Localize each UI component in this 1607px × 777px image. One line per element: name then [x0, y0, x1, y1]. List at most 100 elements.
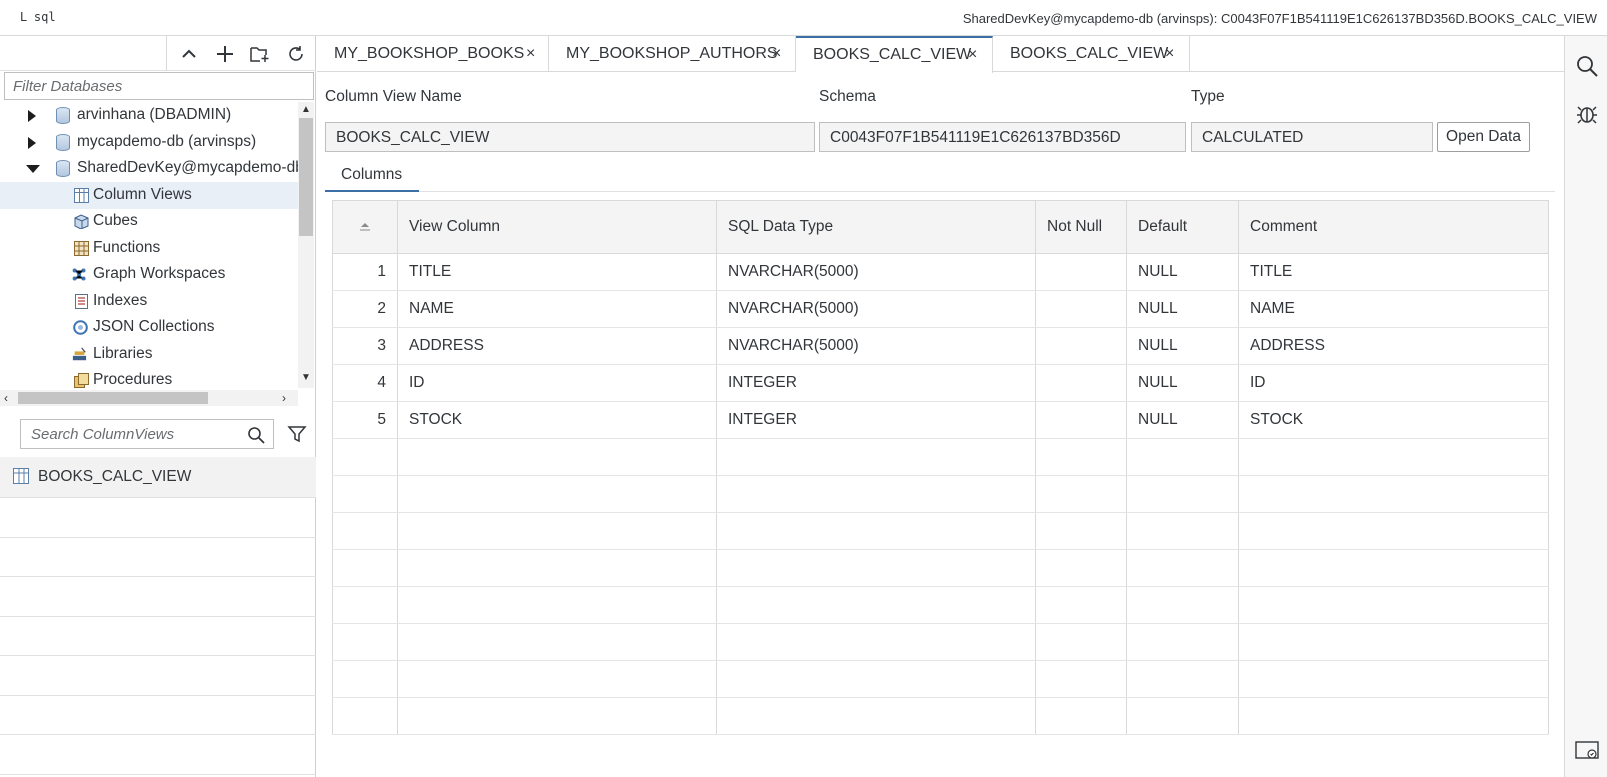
row-number: 5	[332, 401, 398, 439]
default-cell: NULL	[1126, 290, 1239, 328]
tab-my-bookshop-authors[interactable]: MY_BOOKSHOP_AUTHORS ×	[549, 36, 796, 72]
console-icon[interactable]	[1575, 741, 1599, 761]
scroll-down-arrow-icon[interactable]: ▼	[301, 372, 311, 383]
column-view-name-field[interactable]: BOOKS_CALC_VIEW	[325, 122, 815, 152]
add-folder-icon	[250, 47, 269, 62]
database-explorer: arvinhana (DBADMIN) mycapdemo-db (arvins…	[0, 36, 316, 777]
column-view-name-label: Column View Name	[325, 88, 462, 105]
debug-bug-icon[interactable]	[1575, 102, 1599, 126]
tree-item-label: JSON Collections	[93, 318, 215, 335]
empty-list-row	[0, 656, 316, 696]
empty-cell	[332, 549, 398, 587]
add-group-button[interactable]	[246, 40, 274, 68]
open-data-button[interactable]: Open Data	[1437, 122, 1530, 152]
search-icon[interactable]	[247, 426, 265, 444]
default-cell: NULL	[1126, 364, 1239, 402]
tree-item-libraries[interactable]: Libraries	[0, 341, 298, 368]
detail-subtabs: Columns	[325, 160, 1555, 192]
collapse-arrow-icon[interactable]	[26, 165, 40, 173]
empty-cell	[397, 512, 717, 550]
expand-arrow-icon[interactable]	[28, 110, 36, 122]
tree-item-graph-workspaces[interactable]: Graph Workspaces	[0, 261, 298, 288]
empty-cell	[397, 475, 717, 513]
tab-columns[interactable]: Columns	[325, 160, 419, 192]
schema-field[interactable]: C0043F07F1B541119E1C626137BD356D	[819, 122, 1186, 152]
table-row[interactable]: 1 TITLE NVARCHAR(5000) NULL TITLE	[332, 253, 1549, 291]
tree-item-mycapdemo-db[interactable]: mycapdemo-db (arvinsps)	[0, 129, 298, 156]
empty-cell	[716, 660, 1036, 698]
sql-data-type-cell: INTEGER	[716, 364, 1036, 402]
tree-vertical-scrollbar[interactable]: ▲ ▼	[298, 102, 314, 388]
empty-cell	[332, 623, 398, 661]
sql-data-type-cell: NVARCHAR(5000)	[716, 327, 1036, 365]
close-icon[interactable]: ×	[1165, 45, 1174, 63]
tree-item-json-collections[interactable]: JSON Collections	[0, 314, 298, 341]
close-icon[interactable]: ×	[526, 45, 535, 63]
tree-item-functions[interactable]: Functions	[0, 235, 298, 262]
tab-label: MY_BOOKSHOP_BOOKS	[334, 45, 525, 62]
tree-item-column-views[interactable]: Column Views	[0, 181, 298, 209]
column-header-comment[interactable]: Comment	[1238, 200, 1549, 254]
tab-label: MY_BOOKSHOP_AUTHORS	[566, 45, 778, 62]
tree-item-indexes[interactable]: Indexes	[0, 288, 298, 315]
empty-cell	[716, 549, 1036, 587]
tab-my-bookshop-books[interactable]: MY_BOOKSHOP_BOOKS ×	[317, 36, 549, 72]
filter-databases-input[interactable]	[4, 72, 314, 100]
column-header-default[interactable]: Default	[1126, 200, 1239, 254]
view-column-cell: ADDRESS	[397, 327, 717, 365]
table-row[interactable]: 3 ADDRESS NVARCHAR(5000) NULL ADDRESS	[332, 327, 1549, 365]
scroll-up-arrow-icon[interactable]: ▲	[301, 104, 311, 115]
empty-list-row	[0, 735, 316, 775]
expand-arrow-icon[interactable]	[28, 136, 36, 149]
empty-cell	[1126, 549, 1239, 587]
add-database-button[interactable]	[211, 40, 239, 68]
tree-item-cubes[interactable]: Cubes	[0, 208, 298, 235]
column-views-result-list: BOOKS_CALC_VIEW	[0, 457, 316, 775]
column-header-view-column[interactable]: View Column	[397, 200, 717, 254]
empty-cell	[332, 512, 398, 550]
view-column-cell: NAME	[397, 290, 717, 328]
filter-icon[interactable]	[287, 424, 307, 444]
close-icon[interactable]: ×	[968, 46, 977, 64]
tree-item-label: Cubes	[93, 212, 138, 229]
cube-icon	[74, 214, 89, 229]
scroll-right-arrow-icon[interactable]: ›	[282, 391, 286, 405]
type-field[interactable]: CALCULATED	[1191, 122, 1433, 152]
table-row[interactable]: 5 STOCK INTEGER NULL STOCK	[332, 401, 1549, 439]
sort-header[interactable]	[332, 200, 398, 254]
empty-cell	[1035, 549, 1127, 587]
tab-books-calc-view-active[interactable]: BOOKS_CALC_VIEW ×	[796, 36, 993, 73]
search-column-views-input[interactable]	[21, 420, 241, 448]
database-icon	[56, 133, 70, 151]
tree-item-label: Libraries	[93, 344, 153, 362]
sql-app-icon[interactable]: ᒪ sql	[20, 10, 56, 24]
empty-cell	[397, 623, 717, 661]
tree-item-arvinhana[interactable]: arvinhana (DBADMIN)	[0, 102, 298, 129]
close-icon[interactable]: ×	[772, 45, 781, 63]
collapse-all-button[interactable]	[175, 40, 203, 68]
scrollbar-thumb[interactable]	[299, 118, 313, 236]
search-icon[interactable]	[1575, 54, 1599, 78]
empty-table-row	[332, 512, 1549, 550]
scrollbar-thumb[interactable]	[18, 392, 208, 404]
empty-cell	[716, 438, 1036, 476]
scroll-left-arrow-icon[interactable]: ‹	[4, 391, 8, 405]
tree-item-shareddevkey[interactable]: SharedDevKey@mycapdemo-db	[0, 155, 298, 182]
refresh-button[interactable]	[282, 40, 310, 68]
table-row[interactable]: 2 NAME NVARCHAR(5000) NULL NAME	[332, 290, 1549, 328]
empty-table-row	[332, 438, 1549, 476]
tree-horizontal-scrollbar[interactable]: ‹ ›	[0, 390, 298, 406]
editor-tabs: MY_BOOKSHOP_BOOKS × MY_BOOKSHOP_AUTHORS …	[317, 36, 1564, 73]
default-cell: NULL	[1126, 253, 1239, 291]
column-header-sql-data-type[interactable]: SQL Data Type	[716, 200, 1036, 254]
column-header-not-null[interactable]: Not Null	[1035, 200, 1127, 254]
list-item[interactable]: BOOKS_CALC_VIEW	[0, 457, 316, 498]
explorer-toolbar	[0, 36, 316, 71]
empty-cell	[1035, 660, 1127, 698]
tree-item-procedures[interactable]: Procedures	[0, 367, 298, 392]
empty-cell	[1126, 697, 1239, 735]
tab-books-calc-view[interactable]: BOOKS_CALC_VIEW ×	[993, 36, 1190, 72]
table-row[interactable]: 4 ID INTEGER NULL ID	[332, 364, 1549, 402]
procedure-icon	[74, 373, 89, 388]
library-icon	[72, 346, 87, 360]
